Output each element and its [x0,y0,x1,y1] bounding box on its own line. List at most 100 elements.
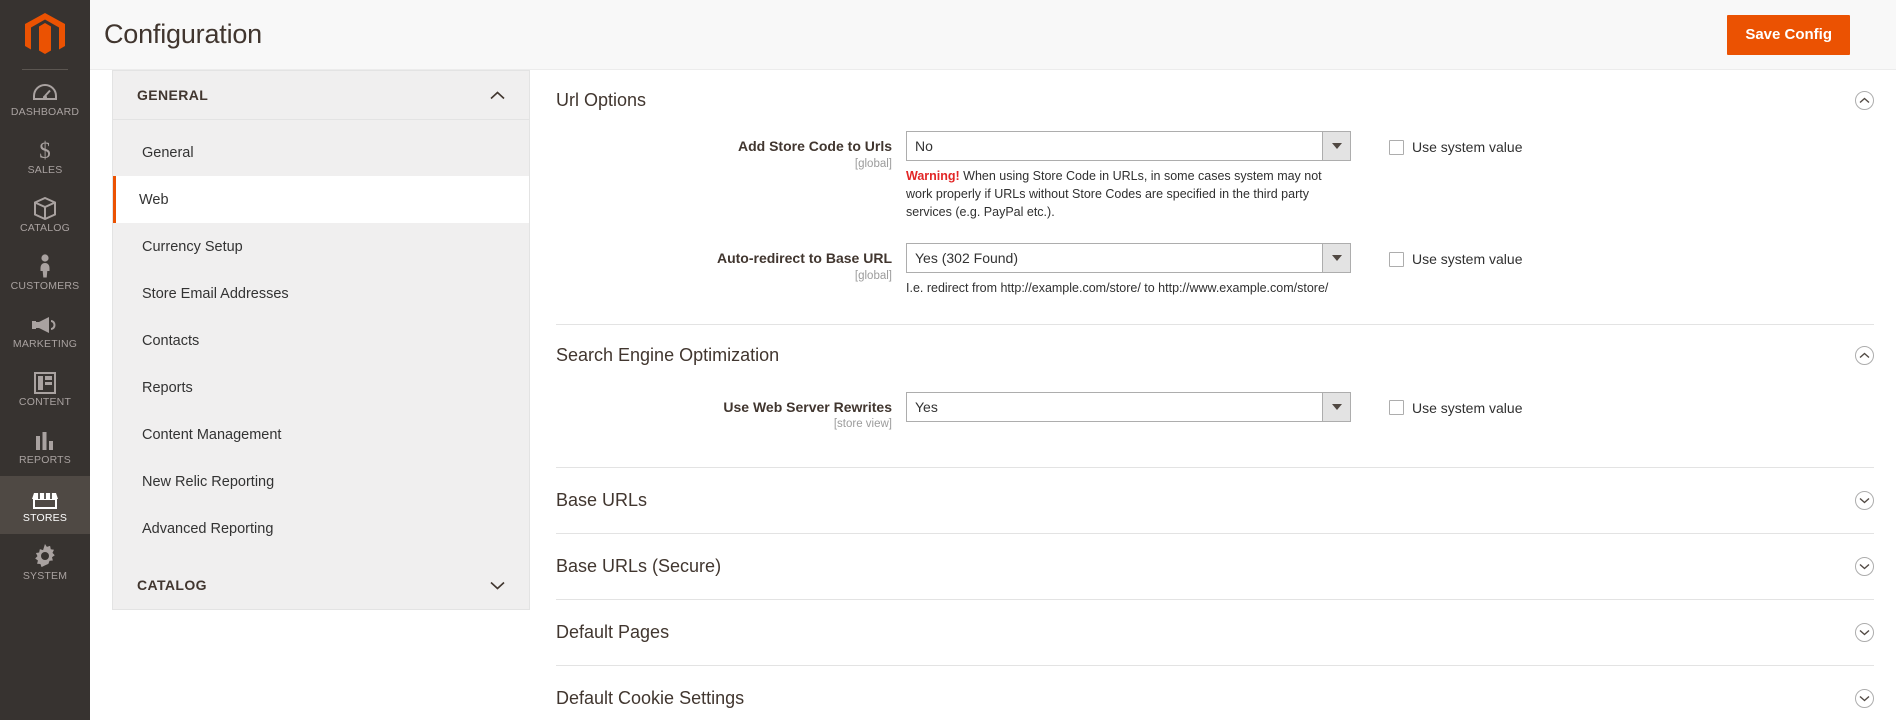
section-body-url-options: Add Store Code to Urls [global] No Warni… [556,131,1874,324]
field-scope: [store view] [833,418,892,430]
circle-chevron-down-icon[interactable] [1855,622,1874,642]
select-value: Yes [915,398,938,415]
nav-label: REPORTS [19,454,71,467]
nav-item-customers[interactable]: CUSTOMERS [0,244,90,302]
nav-label: MARKETING [12,338,78,351]
warning-label: Warning! [906,169,960,183]
section-header-default-pages[interactable]: Default Pages [556,600,1874,665]
circle-chevron-up-icon[interactable] [1855,345,1874,365]
field-label-text: Auto-redirect to Base URL [716,250,892,267]
dashboard-gauge-icon [33,80,57,104]
field-control: No Warning! When using Store Code in URL… [906,131,1351,221]
field-label: Auto-redirect to Base URL [global] [556,243,906,284]
config-nav-item-reports[interactable]: Reports [113,364,529,411]
nav-item-reports[interactable]: REPORTS [0,418,90,476]
circle-chevron-down-icon[interactable] [1855,556,1874,576]
circle-chevron-down-icon[interactable] [1855,688,1874,708]
section-title: Base URLs [556,489,648,510]
page-title: Configuration [104,19,263,49]
admin-page: DASHBOARD $ SALES CATALOG CUSTOMERS MARK… [0,0,1896,720]
section-title: Search Engine Optimization [556,344,780,365]
svg-text:$: $ [39,138,51,162]
circle-chevron-down-icon[interactable] [1855,490,1874,510]
web-server-rewrites-select[interactable]: Yes [906,391,1351,422]
field-label-text: Add Store Code to Urls [737,138,892,154]
config-nav-group-general[interactable]: GENERAL [113,71,529,120]
config-nav-item-web[interactable]: Web [113,176,529,223]
config-nav-item-content-management[interactable]: Content Management [113,411,529,458]
config-nav-group-title: CATALOG [137,577,207,593]
use-system-value-label: Use system value [1412,139,1523,155]
use-system-value-label: Use system value [1412,399,1523,416]
config-nav-item-advanced-reporting[interactable]: Advanced Reporting [113,505,529,552]
nav-item-catalog[interactable]: CATALOG [0,186,90,244]
nav-label: SALES [27,164,63,177]
section-default-cookie-settings: Default Cookie Settings [556,666,1874,720]
config-nav-item-currency-setup[interactable]: Currency Setup [113,223,529,270]
nav-label: STORES [22,512,68,525]
section-title: Default Pages [556,621,670,642]
config-nav-item-contacts[interactable]: Contacts [113,317,529,364]
section-header-base-urls[interactable]: Base URLs [556,468,1874,533]
config-nav-item-general[interactable]: General [113,129,529,176]
nav-label: SYSTEM [22,570,68,583]
section-header-url-options[interactable]: Url Options [556,70,1874,131]
nav-item-sales[interactable]: $ SALES [0,128,90,186]
nav-item-dashboard[interactable]: DASHBOARD [0,70,90,128]
section-base-urls: Base URLs [556,468,1874,534]
layout-page-icon [34,370,56,395]
page-header: Configuration Save Config [90,0,1896,70]
chevron-down-icon[interactable] [1322,132,1350,160]
use-system-value-toggle-2[interactable]: Use system value [1351,243,1522,267]
section-title: Default Cookie Settings [556,687,745,708]
nav-item-system[interactable]: SYSTEM [0,534,90,592]
select-value: Yes (302 Found) [915,250,1018,267]
primary-nav-rail: DASHBOARD $ SALES CATALOG CUSTOMERS MARK… [0,0,90,720]
gear-icon [33,544,57,568]
use-system-value-checkbox[interactable] [1389,400,1404,415]
chevron-down-icon[interactable] [1322,244,1350,273]
magento-logo[interactable] [0,0,90,70]
config-nav-group-catalog[interactable]: CATALOG [113,561,529,610]
section-header-base-urls-secure[interactable]: Base URLs (Secure) [556,534,1874,599]
use-system-value-toggle-3[interactable]: Use system value [1351,392,1522,416]
section-url-options: Url Options Add Store Code to Urls [glob… [556,70,1874,325]
section-search-engine-optimization: Search Engine Optimization Use Web Serve… [556,325,1874,468]
chevron-down-icon [490,581,505,590]
dollar-sign-icon: $ [36,138,54,162]
field-note: Warning! When using Store Code in URLs, … [906,161,1351,221]
person-icon [37,254,53,278]
use-system-value-toggle-1[interactable]: Use system value [1351,131,1522,155]
section-base-urls-secure: Base URLs (Secure) [556,534,1874,600]
bar-chart-icon [34,428,56,452]
section-default-pages: Default Pages [556,600,1874,666]
auto-redirect-select[interactable]: Yes (302 Found) [906,243,1351,274]
config-content: Url Options Add Store Code to Urls [glob… [530,70,1896,720]
storefront-icon [32,486,58,510]
field-control: Yes [906,391,1351,422]
warning-text: When using Store Code in URLs, in some c… [906,169,1322,220]
config-nav-item-new-relic-reporting[interactable]: New Relic Reporting [113,458,529,505]
box-icon [33,196,57,221]
nav-item-stores[interactable]: STORES [0,476,90,534]
section-header-default-cookie-settings[interactable]: Default Cookie Settings [556,666,1874,720]
chevron-down-icon[interactable] [1322,392,1350,421]
page-body: GENERAL General Web Currency Setup Store… [90,70,1896,720]
use-system-value-label: Use system value [1412,251,1523,268]
field-label-text: Use Web Server Rewrites [723,398,892,415]
config-nav-item-store-email-addresses[interactable]: Store Email Addresses [113,270,529,317]
use-system-value-checkbox[interactable] [1389,139,1404,155]
select-value: No [915,138,933,154]
megaphone-icon [32,312,58,336]
field-add-store-code-to-urls: Add Store Code to Urls [global] No Warni… [556,131,1874,221]
config-nav: GENERAL General Web Currency Setup Store… [90,70,530,610]
field-scope: [global] [854,269,892,282]
use-system-value-checkbox[interactable] [1389,251,1404,267]
save-config-button[interactable]: Save Config [1727,14,1850,55]
section-title: Base URLs (Secure) [556,555,722,576]
nav-item-content[interactable]: CONTENT [0,360,90,418]
section-header-seo[interactable]: Search Engine Optimization [556,325,1874,386]
nav-item-marketing[interactable]: MARKETING [0,302,90,360]
add-store-code-select[interactable]: No [906,131,1351,161]
circle-chevron-up-icon[interactable] [1855,91,1874,110]
